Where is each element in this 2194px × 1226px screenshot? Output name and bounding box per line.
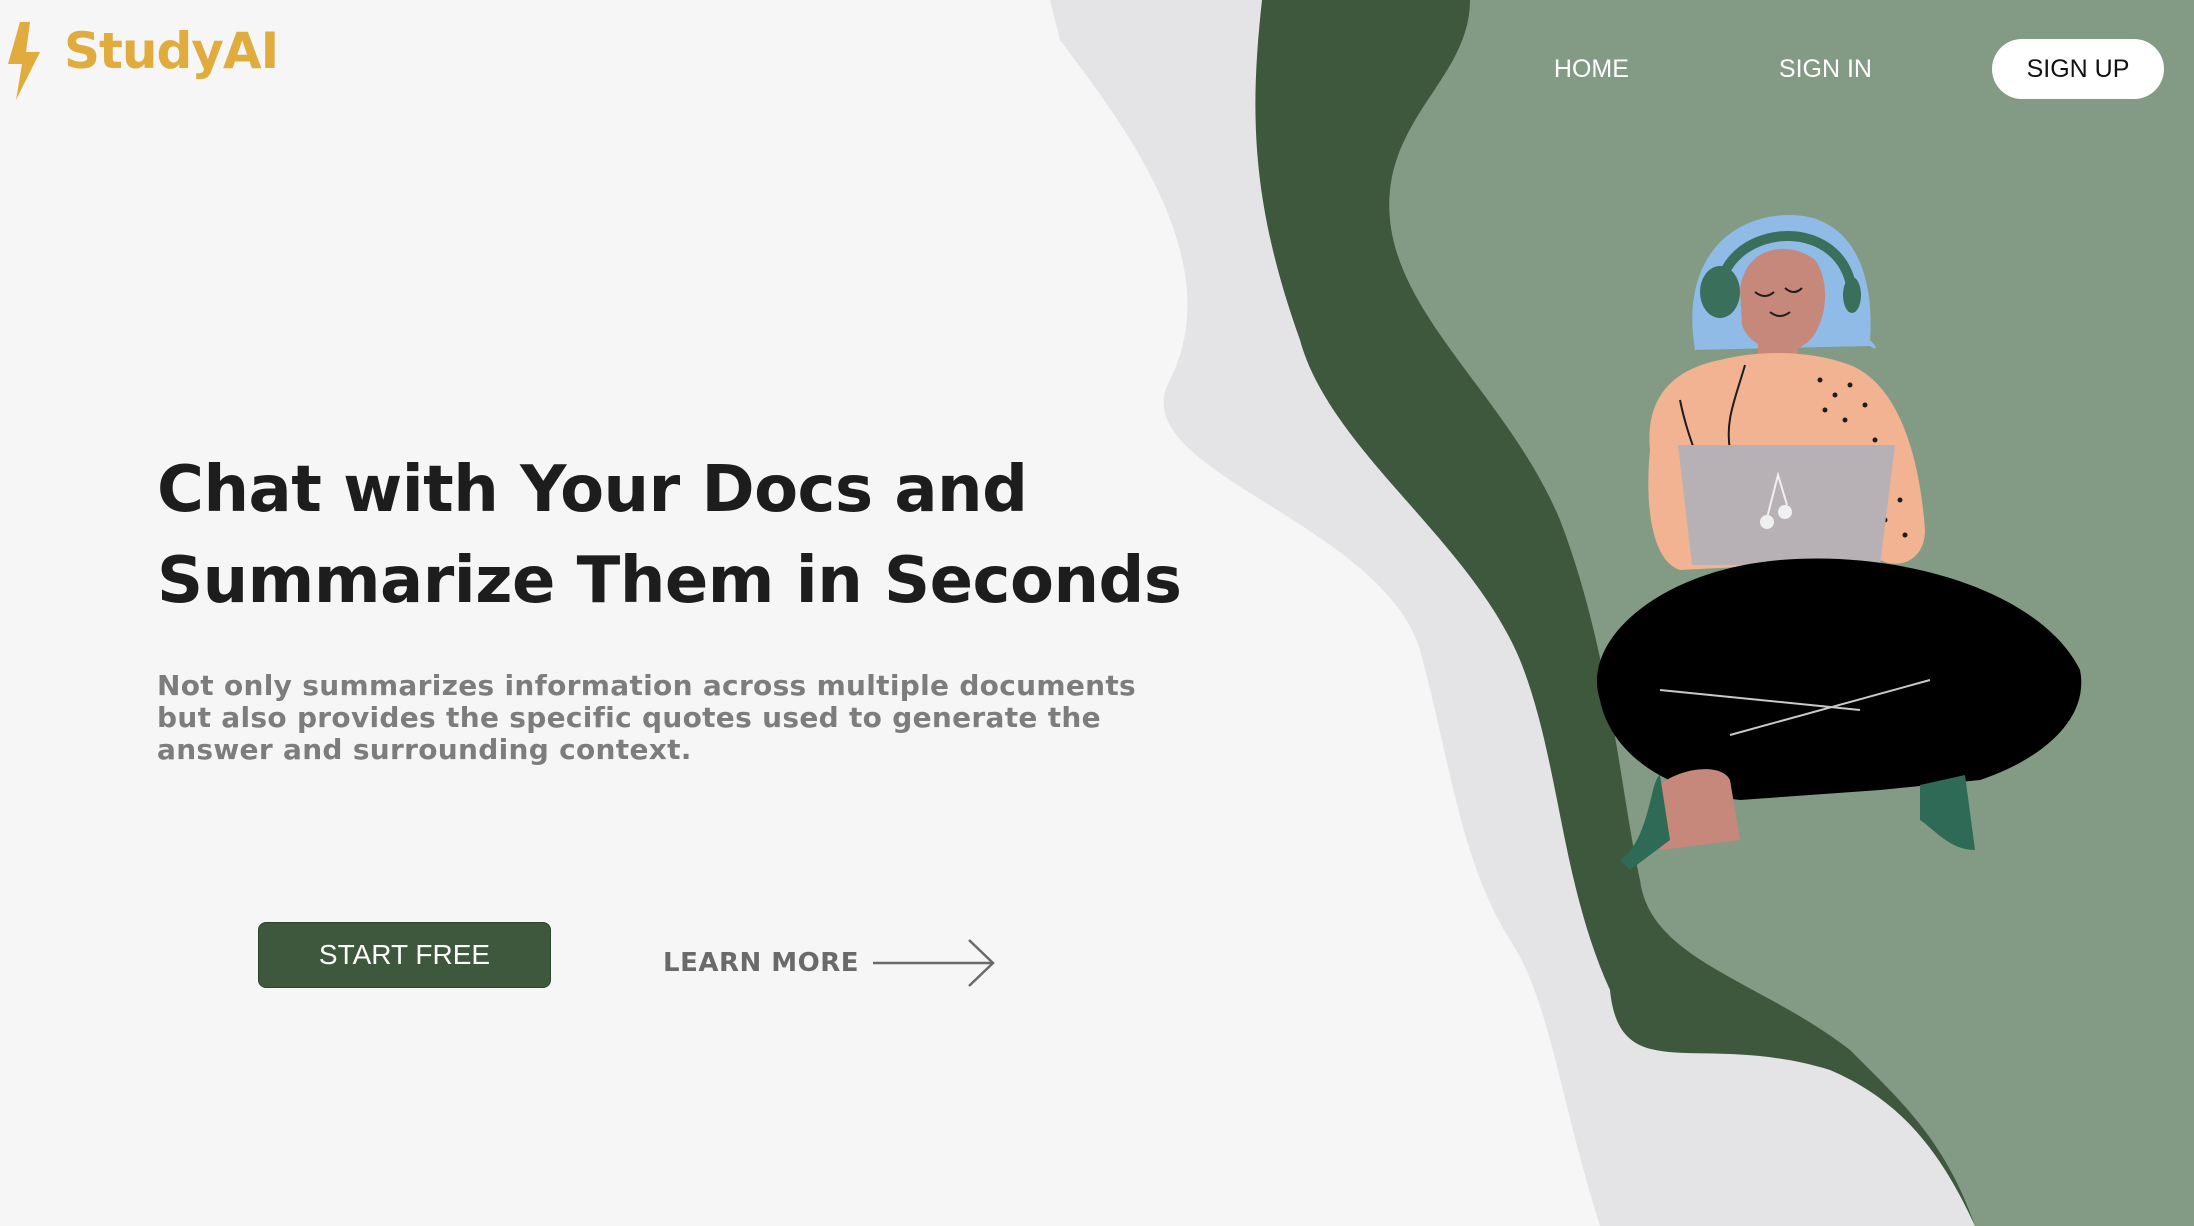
sign-up-button[interactable]: SIGN UP: [1992, 39, 2164, 99]
hero-title: Chat with Your Docs and Summarize Them i…: [157, 445, 1207, 627]
hero-title-line-2: Summarize Them in Seconds: [157, 544, 1182, 618]
legs: [1596, 558, 2082, 800]
nav-sign-in-link[interactable]: SIGN IN: [1779, 55, 1872, 84]
face-shape: [1740, 248, 1826, 351]
hero-title-line-1: Chat with Your Docs and: [157, 453, 1028, 527]
start-free-button[interactable]: START FREE: [258, 922, 551, 988]
logo[interactable]: StudyAI: [6, 22, 279, 100]
lightning-bolt-icon: [8, 22, 40, 100]
hero-description: Not only summarizes information across m…: [157, 669, 1136, 766]
headphone-right-cup: [1843, 277, 1861, 313]
arrow-right-icon: [873, 939, 995, 987]
woman-with-laptop-illustration: [1596, 215, 2082, 870]
headphone-left-cup: [1700, 266, 1740, 318]
nav-home-link[interactable]: HOME: [1554, 55, 1629, 84]
top-navigation: HOME SIGN IN SIGN UP: [1554, 39, 2164, 99]
learn-more-label: LEARN MORE: [663, 948, 860, 978]
right-shoe: [1920, 775, 1975, 850]
learn-more-link[interactable]: LEARN MORE: [663, 938, 997, 988]
brand-name: StudyAI: [64, 22, 279, 80]
